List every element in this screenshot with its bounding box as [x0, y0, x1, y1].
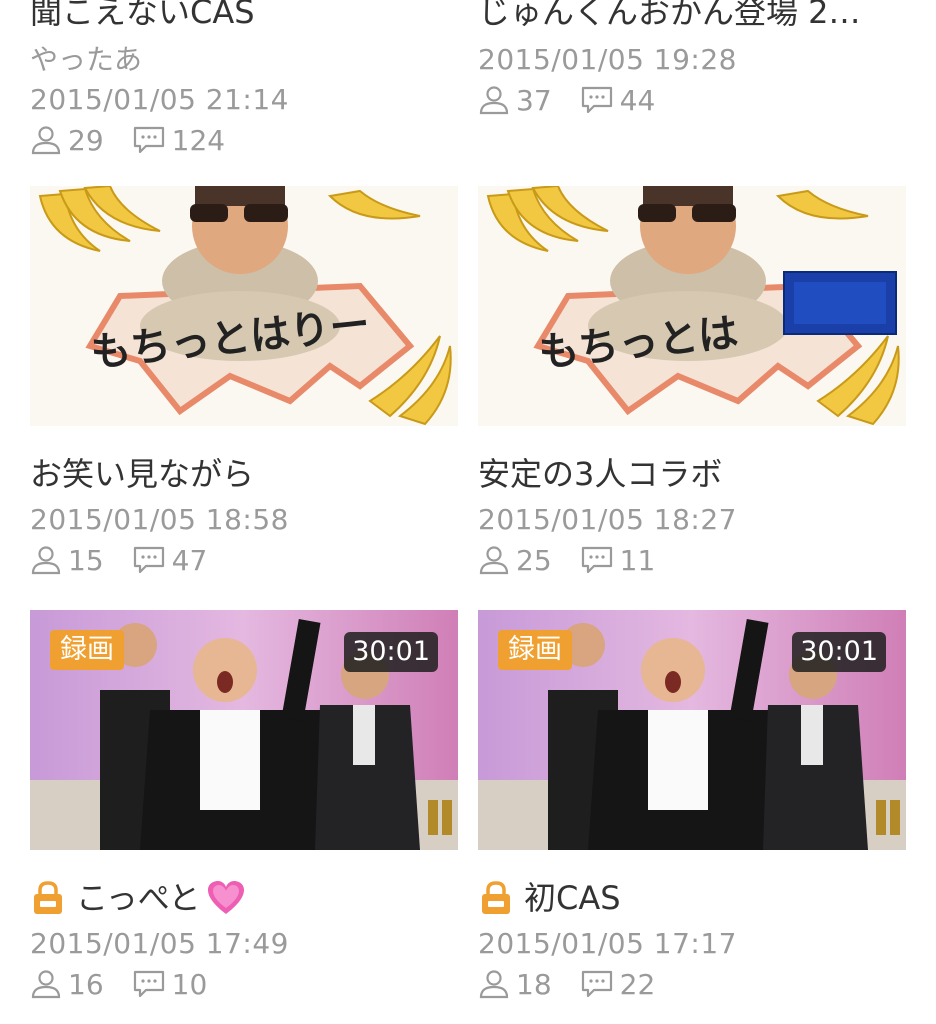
broadcast-date: 2015/01/05 17:17 — [478, 927, 737, 960]
broadcast-stats: 37 44 — [478, 80, 906, 120]
broadcast-date: 2015/01/05 18:58 — [30, 503, 289, 536]
comment-bubble-icon — [581, 546, 612, 574]
broadcast-title: 初CAS — [478, 878, 906, 918]
viewer-count: 18 — [478, 968, 552, 1001]
broadcast-stats: 29 124 — [30, 120, 458, 160]
person-icon — [31, 126, 61, 155]
broadcast-card[interactable]: 聞こえないCAS やったあ 2015/01/05 21:14 29 124 — [30, 0, 458, 160]
recorded-badge: 録画 — [498, 630, 572, 670]
viewer-count-value: 29 — [68, 123, 104, 157]
broadcast-thumbnail[interactable]: もちっとはりー — [30, 186, 458, 426]
comment-bubble-icon — [581, 86, 612, 114]
broadcast-card[interactable]: 録画 30:01 こっぺと 2015/01/05 17:49 16 10 — [30, 610, 458, 1004]
duration-badge: 30:01 — [792, 632, 886, 672]
broadcast-title-text: こっぺと — [76, 879, 201, 917]
viewer-count-value: 25 — [516, 543, 552, 577]
broadcast-stats: 15 47 — [30, 540, 458, 580]
viewer-count: 37 — [478, 84, 552, 117]
broadcast-subtitle: やったあ — [30, 43, 143, 76]
comment-count: 44 — [580, 83, 656, 117]
comment-count-value: 47 — [171, 543, 208, 577]
broadcast-stats: 25 11 — [478, 540, 906, 580]
broadcast-title: こっぺと — [30, 878, 458, 918]
broadcast-thumbnail[interactable]: 録画 30:01 — [478, 610, 906, 850]
viewer-count: 29 — [30, 124, 104, 157]
broadcast-title-text: 初CAS — [524, 879, 621, 917]
broadcast-date: 2015/01/05 21:14 — [30, 83, 289, 116]
person-icon — [479, 970, 509, 999]
comment-count-value: 124 — [171, 123, 226, 157]
viewer-count-value: 37 — [516, 83, 552, 117]
pink-heart-icon — [206, 880, 246, 916]
thumbnail-image: もちっとはりー — [30, 186, 458, 426]
broadcast-thumbnail[interactable]: 録画 30:01 — [30, 610, 458, 850]
recorded-badge: 録画 — [50, 630, 124, 670]
viewer-count-value: 15 — [68, 543, 104, 577]
broadcast-date: 2015/01/05 19:28 — [478, 43, 737, 76]
thumbnail-image: もちっとは — [478, 186, 906, 426]
broadcast-title: お笑い見ながら — [30, 455, 255, 493]
broadcast-card[interactable]: じゅんくんおかん登場 2… 2015/01/05 19:28 37 44 — [478, 0, 906, 120]
viewer-count-value: 16 — [68, 967, 104, 1001]
comment-bubble-icon — [133, 970, 164, 998]
broadcast-card[interactable]: もちっとはりー お笑い見ながら 2015/01/05 18:58 15 47 — [30, 186, 458, 580]
broadcast-title: 聞こえないCAS — [30, 0, 255, 31]
comment-count: 10 — [132, 967, 208, 1001]
comment-count: 47 — [132, 543, 208, 577]
broadcast-thumbnail[interactable]: もちっとは — [478, 186, 906, 426]
comment-bubble-icon — [133, 546, 164, 574]
comment-count-value: 11 — [619, 543, 656, 577]
broadcast-date: 2015/01/05 18:27 — [478, 503, 737, 536]
comment-bubble-icon — [581, 970, 612, 998]
viewer-count: 25 — [478, 544, 552, 577]
broadcast-card[interactable]: 録画 30:01 初CAS 2015/01/05 17:17 18 22 — [478, 610, 906, 1004]
comment-count-value: 10 — [171, 967, 208, 1001]
viewer-count: 16 — [30, 968, 104, 1001]
broadcast-date: 2015/01/05 17:49 — [30, 927, 289, 960]
comment-count: 124 — [132, 124, 225, 157]
broadcast-title: 安定の3人コラボ — [478, 455, 723, 493]
comment-count-value: 44 — [619, 83, 656, 117]
broadcast-card[interactable]: もちっとは 安定の3人コラボ 2015/01/05 18:27 25 11 — [478, 186, 906, 580]
comment-count-value: 22 — [619, 967, 656, 1001]
broadcast-stats: 16 10 — [30, 964, 458, 1004]
person-icon — [31, 546, 61, 575]
lock-icon — [478, 880, 514, 916]
broadcast-title: じゅんくんおかん登場 2… — [478, 0, 861, 31]
viewer-count-value: 18 — [516, 967, 552, 1001]
comment-bubble-icon — [133, 126, 164, 154]
duration-badge: 30:01 — [344, 632, 438, 672]
person-icon — [479, 546, 509, 575]
lock-icon — [30, 880, 66, 916]
person-icon — [31, 970, 61, 999]
person-icon — [479, 86, 509, 115]
comment-count: 11 — [580, 543, 656, 577]
broadcast-stats: 18 22 — [478, 964, 906, 1004]
viewer-count: 15 — [30, 544, 104, 577]
comment-count: 22 — [580, 967, 656, 1001]
